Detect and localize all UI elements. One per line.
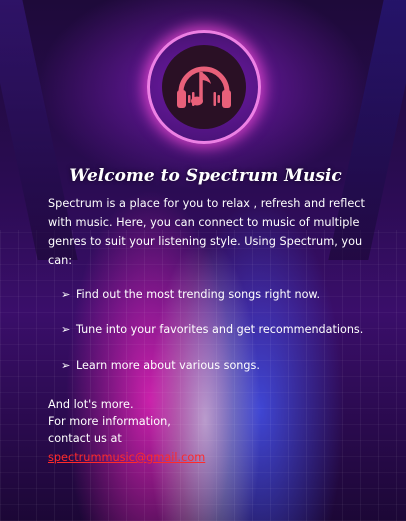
- page-title: Welcome to Spectrum Music: [69, 166, 342, 186]
- arrow-bullet-icon: ➢: [61, 359, 71, 372]
- outro-line-contact: contact us at: [48, 432, 122, 445]
- feature-item-favorites: ➢ Tune into your favorites and get recom…: [61, 323, 363, 336]
- contact-email-link[interactable]: spectrummusic@gmail.com: [48, 451, 205, 464]
- feature-text: Tune into your favorites and get recomme…: [75, 323, 364, 336]
- arrow-bullet-icon: ➢: [61, 323, 71, 336]
- logo: [147, 30, 261, 144]
- feature-text: Find out the most trending songs right n…: [75, 288, 321, 301]
- headphones-music-note-icon: [177, 66, 231, 108]
- background-floor-grid: [0, 230, 406, 521]
- feature-item-learn: ➢ Learn more about various songs.: [61, 359, 260, 372]
- arrow-bullet-icon: ➢: [61, 288, 71, 301]
- feature-item-trending: ➢ Find out the most trending songs right…: [61, 288, 320, 301]
- outro-line-info: For more information,: [48, 415, 171, 428]
- intro-paragraph: Spectrum is a place for you to relax , r…: [48, 197, 365, 267]
- logo-badge: [162, 45, 246, 129]
- feature-text: Learn more about various songs.: [75, 359, 260, 372]
- outro-line-more: And lot's more.: [48, 398, 134, 411]
- outro-text: And lot's more. For more information, co…: [48, 396, 348, 447]
